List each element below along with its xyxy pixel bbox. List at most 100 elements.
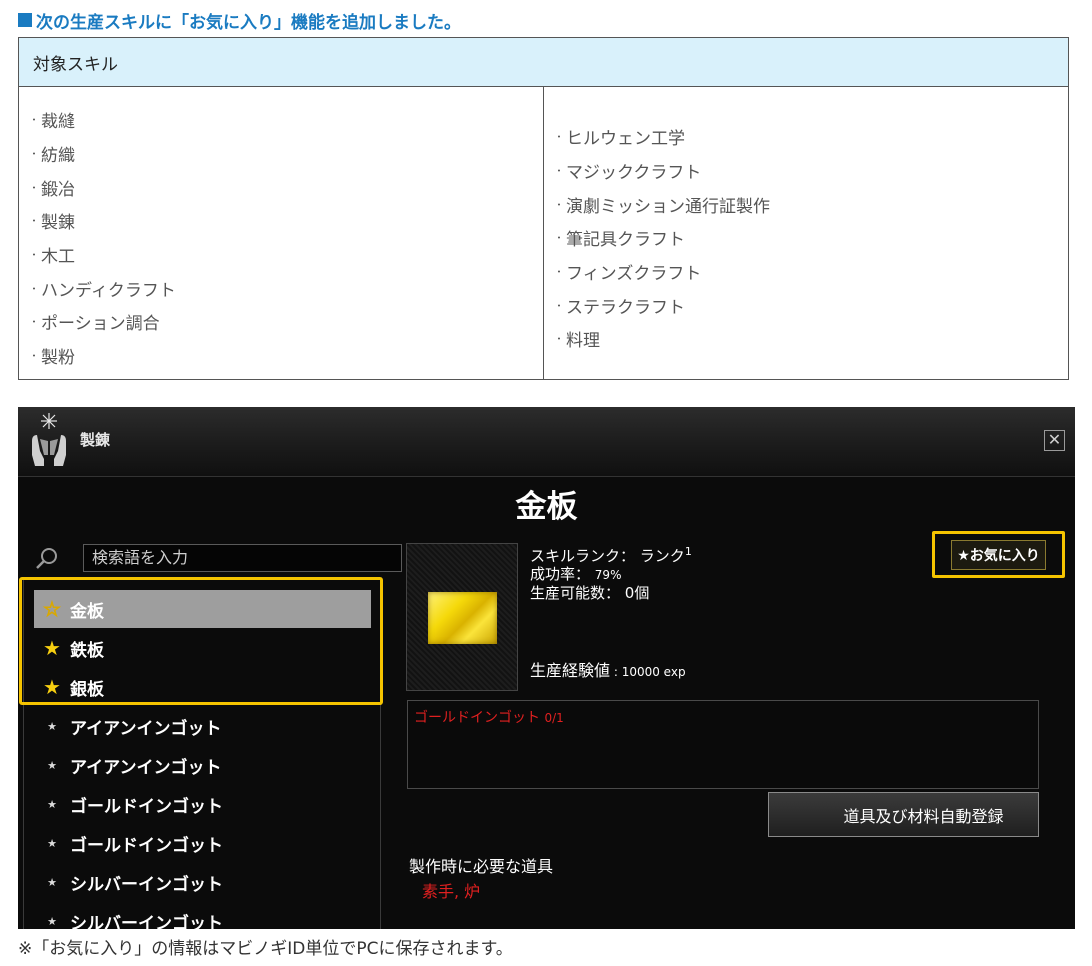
window-title: 製錬	[80, 431, 111, 449]
material-count: 0/1	[544, 711, 564, 725]
list-item[interactable]: ★ 鉄板	[34, 629, 372, 667]
footnote: ※「お気に入り」の情報はマビノギID単位でPCに保存されます。	[18, 939, 513, 959]
list-item-label: ゴールドインゴット	[70, 835, 223, 856]
square-bullet-icon	[18, 13, 32, 27]
skill-name: 料理	[566, 331, 601, 352]
skill-list-right: ･ヒルウェン工学 ･マジッククラフト ･演劇ミッション通行証製作 ･筆記具クラフ…	[544, 87, 1068, 379]
item-image-frame	[406, 543, 518, 691]
skill-rank-line: スキルランク： ランク1	[530, 543, 692, 565]
star-outline-icon[interactable]: ☆	[34, 597, 70, 622]
list-item[interactable]: ★ シルバーインゴット	[34, 863, 372, 901]
favorite-button[interactable]: ★お気に入り	[932, 531, 1065, 578]
skill-name: 筆記具クラフト	[566, 230, 686, 251]
gold-plate-icon	[428, 592, 497, 644]
search-icon	[36, 548, 57, 569]
list-item-label: 鉄板	[70, 640, 104, 661]
recipe-list: ☆ 金板 ★ 鉄板 ★ 銀板 ★ アイアンインゴット ★ アイアンインゴット ★…	[23, 579, 381, 929]
announcement-heading: 次の生産スキルに「お気に入り」機能を追加しました。	[18, 7, 461, 33]
skill-item: ･ヒルウェン工学	[556, 120, 1068, 154]
list-item-label: 銀板	[70, 679, 104, 700]
item-stats: スキルランク： ランク1 成功率： 79% 生産可能数： 0個	[530, 543, 692, 602]
close-icon: ✕	[1047, 430, 1062, 449]
skill-name: 鍛冶	[41, 179, 76, 200]
skill-name: マジッククラフト	[566, 163, 702, 184]
list-item[interactable]: ★ アイアンインゴット	[34, 707, 372, 745]
skill-name: 紡織	[41, 146, 76, 167]
skill-item: ･マジッククラフト	[556, 154, 1068, 188]
producible-count-line: 生産可能数： 0個	[530, 584, 692, 602]
star-small-icon[interactable]: ★	[34, 759, 70, 772]
skill-item: ･木工	[31, 238, 543, 272]
auto-register-button[interactable]: 道具及び材料自動登録	[768, 792, 1039, 837]
production-exp-value: 10000 exp	[621, 665, 686, 679]
success-rate-value: 79%	[594, 568, 622, 582]
skill-item: ･ステラクラフト	[556, 288, 1068, 322]
skill-name: 製粉	[41, 348, 76, 369]
list-item-label: シルバーインゴット	[70, 874, 223, 895]
star-small-icon[interactable]: ★	[34, 798, 70, 811]
list-item[interactable]: ★ アイアンインゴット	[34, 746, 372, 784]
skill-name: ポーション調合	[41, 314, 160, 335]
list-item-label: 金板	[70, 601, 104, 622]
hands-sparkle-icon	[32, 413, 66, 466]
window-titlebar[interactable]: 製錬 ✕	[18, 407, 1075, 477]
target-skill-table: 対象スキル ･裁縫 ･紡織 ･鍛冶 ･製錬 ･木工 ･ハンディクラフト ･ポーシ…	[18, 37, 1069, 380]
skill-name: 製錬	[41, 213, 76, 234]
skill-rank-label: スキルランク：	[530, 547, 636, 565]
star-small-icon[interactable]: ★	[34, 720, 70, 733]
success-rate-line: 成功率： 79%	[530, 565, 692, 584]
producible-count-value: 0個	[624, 584, 650, 602]
list-item-label: アイアンインゴット	[70, 757, 222, 778]
star-filled-icon[interactable]: ★	[34, 675, 70, 699]
favorite-button-label: ★お気に入り	[951, 539, 1046, 570]
search-input[interactable]: 検索語を入力	[83, 544, 402, 572]
skill-name: フィンズクラフト	[566, 264, 702, 285]
skill-item: ･鍛冶	[31, 170, 543, 204]
skill-item: ･製錬	[31, 204, 543, 238]
star-small-icon[interactable]: ★	[34, 915, 70, 928]
list-item[interactable]: ★ ゴールドインゴット	[34, 824, 372, 862]
success-rate-label: 成功率：	[530, 565, 591, 583]
skill-list-left: ･裁縫 ･紡織 ･鍛冶 ･製錬 ･木工 ･ハンディクラフト ･ポーション調合 ･…	[19, 87, 544, 379]
list-item[interactable]: ★ シルバーインゴット	[34, 902, 372, 930]
list-item[interactable]: ★ ゴールドインゴット	[34, 785, 372, 823]
skill-item: ･ポーション調合	[31, 305, 543, 339]
skill-item: ･演劇ミッション通行証製作	[556, 187, 1068, 221]
close-button[interactable]: ✕	[1044, 430, 1065, 451]
list-item-selected[interactable]: ☆ 金板	[34, 590, 371, 628]
announcement-heading-text: 次の生産スキルに「お気に入り」機能を追加しました。	[36, 12, 461, 33]
list-item-label: シルバーインゴット	[70, 913, 223, 930]
material-name: ゴールドインゴット	[414, 710, 540, 726]
skill-item: ･フィンズクラフト	[556, 255, 1068, 289]
required-tools-label: 製作時に必要な道具	[409, 857, 554, 876]
skill-name: 木工	[41, 247, 76, 268]
producible-count-label: 生産可能数：	[530, 584, 621, 602]
star-small-icon[interactable]: ★	[34, 876, 70, 889]
skill-rank-value: ランク	[639, 547, 685, 565]
required-tools-value: 素手, 炉	[422, 882, 481, 901]
skill-name: ステラクラフト	[566, 297, 686, 318]
skill-name: ヒルウェン工学	[566, 129, 686, 150]
skill-name: 演劇ミッション通行証製作	[566, 196, 771, 217]
production-exp-label: 生産経験値	[530, 661, 611, 680]
list-item-label: ゴールドインゴット	[70, 796, 223, 817]
crafting-window: 製錬 ✕ 金板 検索語を入力 ☆ 金板 ★ 鉄板 ★ 銀板 ★ アイアンインゴッ…	[18, 407, 1075, 929]
skill-name: ハンディクラフト	[41, 280, 176, 301]
skill-item: ･紡織	[31, 137, 543, 171]
skill-item: ･ハンディクラフト	[31, 271, 543, 305]
target-skill-table-header: 対象スキル	[19, 38, 1068, 87]
list-item-label: アイアンインゴット	[70, 718, 222, 739]
skill-item: ･裁縫	[31, 103, 543, 137]
production-exp: 生産経験値 : 10000 exp	[530, 661, 686, 680]
skill-rank-number: 1	[684, 545, 692, 558]
skill-item: ･料理	[556, 322, 1068, 356]
selected-item-title: 金板	[515, 489, 578, 525]
material-entry[interactable]: ゴールドインゴット 0/1	[414, 707, 564, 727]
skill-name: 裁縫	[41, 112, 76, 133]
materials-box: ゴールドインゴット 0/1	[407, 700, 1039, 789]
skill-item: ･製粉	[31, 339, 543, 373]
star-small-icon[interactable]: ★	[34, 837, 70, 850]
skill-item: ･筆記具クラフト	[556, 221, 1068, 255]
star-filled-icon[interactable]: ★	[34, 636, 70, 660]
list-item[interactable]: ★ 銀板	[34, 668, 372, 706]
